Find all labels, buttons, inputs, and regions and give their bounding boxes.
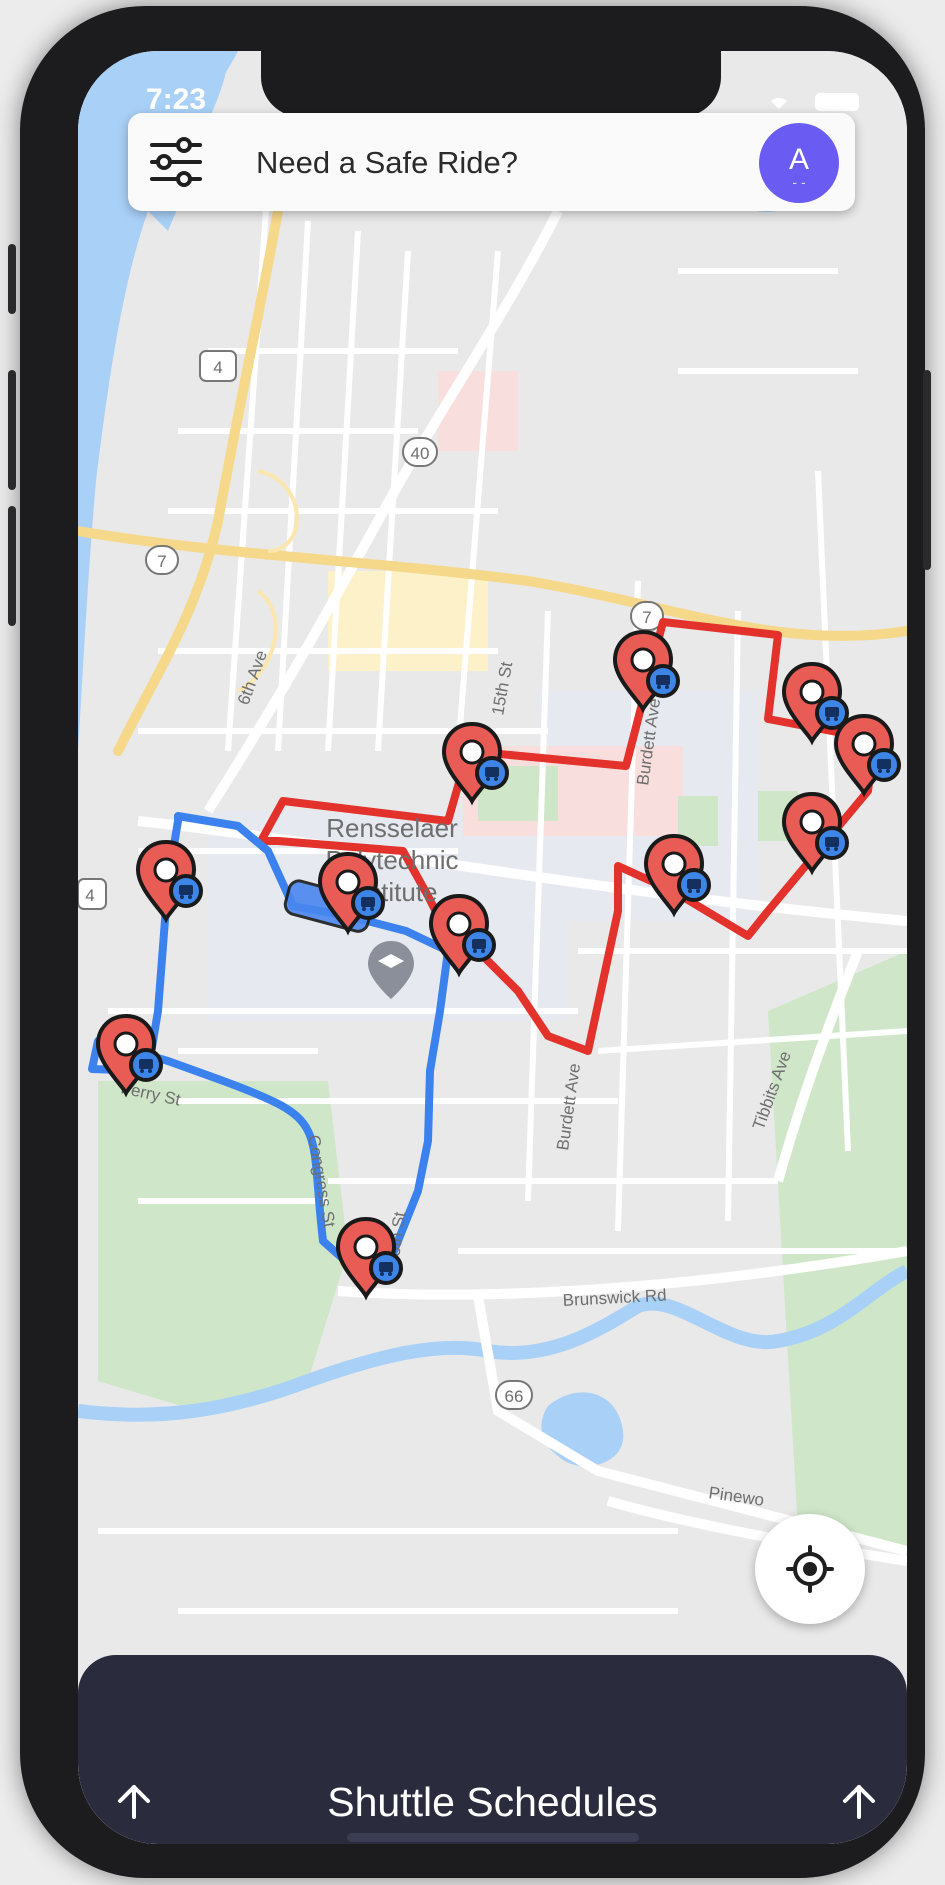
search-bar[interactable]: Need a Safe Ride? A - - <box>128 113 855 211</box>
avatar-initial: A <box>788 143 809 176</box>
shield-us4-west: 4 <box>85 886 94 905</box>
phone-frame: 4 40 7 7 66 4 Rensselaer Polytechnic Ins… <box>8 6 931 1878</box>
shuttle-schedules-sheet[interactable]: Shuttle Schedules <box>78 1655 907 1844</box>
volume-up-button <box>8 370 16 490</box>
status-icons <box>771 93 859 111</box>
filter-sliders-icon[interactable] <box>150 137 202 187</box>
search-placeholder[interactable]: Need a Safe Ride? <box>256 145 518 181</box>
shield-40: 40 <box>411 444 430 463</box>
campus-label-line1: Rensselaer <box>326 813 458 843</box>
wifi-icon <box>771 97 787 109</box>
arrow-up-icon[interactable] <box>839 1781 879 1821</box>
app-screen: 4 40 7 7 66 4 Rensselaer Polytechnic Ins… <box>78 51 907 1844</box>
status-time: 7:23 <box>146 83 207 116</box>
volume-down-button <box>8 506 16 626</box>
mute-switch <box>8 244 16 314</box>
shield-us4-north: 4 <box>213 358 222 377</box>
power-button <box>923 370 931 570</box>
shield-7-west: 7 <box>157 552 166 571</box>
home-indicator <box>347 1833 639 1842</box>
locate-me-button[interactable] <box>755 1514 865 1624</box>
avatar-dots: - - <box>792 174 806 190</box>
shield-66: 66 <box>505 1387 524 1406</box>
sheet-title[interactable]: Shuttle Schedules <box>78 1779 907 1826</box>
device-notch <box>261 51 721 117</box>
battery-icon <box>815 93 859 111</box>
pink-area-north <box>438 371 518 451</box>
shield-7-east: 7 <box>642 608 651 627</box>
crosshair-icon <box>786 1545 834 1593</box>
user-avatar[interactable]: A - - <box>759 123 839 203</box>
